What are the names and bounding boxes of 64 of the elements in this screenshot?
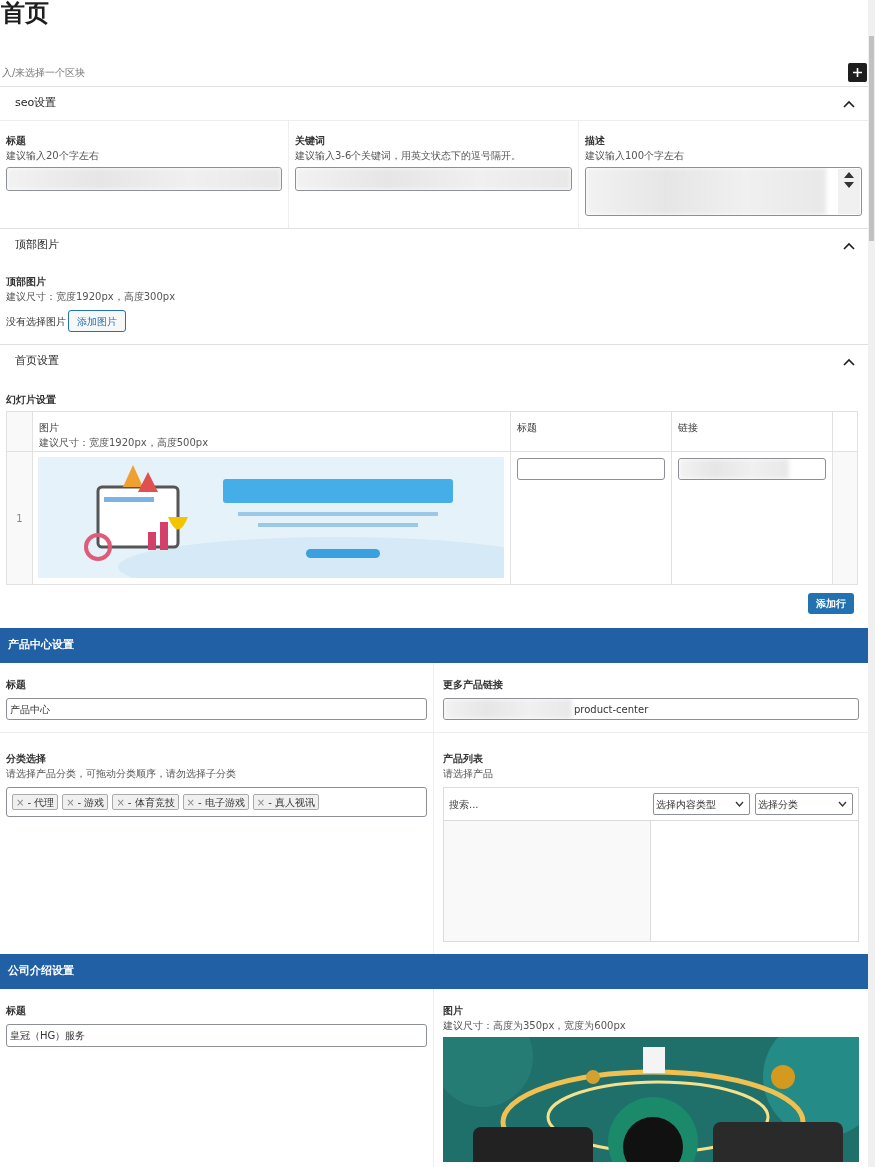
- chevron-up-icon[interactable]: [843, 357, 855, 366]
- column-header: 标题: [517, 421, 538, 435]
- field-hint: 建议尺寸：高度为350px，宽度为600px: [443, 1019, 627, 1033]
- column-header: 图片: [39, 421, 60, 435]
- field-label: 更多产品链接: [443, 678, 504, 692]
- select-dropdown[interactable]: 选择分类: [755, 793, 853, 815]
- category-tag[interactable]: × - 电子游戏: [182, 794, 249, 810]
- field-hint: 建议尺寸：宽度1920px，高度300px: [6, 290, 177, 304]
- panel-title[interactable]: 首页设置: [15, 353, 59, 370]
- spinner-icon[interactable]: [843, 171, 855, 189]
- text-field[interactable]: [6, 167, 282, 191]
- section-label: 幻灯片设置: [6, 393, 57, 407]
- plus-icon: [852, 66, 863, 78]
- chevron-down-icon: [735, 801, 744, 807]
- chevron-down-icon: [838, 801, 847, 807]
- section-bar: 产品中心设置: [0, 628, 868, 663]
- add-block-button[interactable]: [848, 62, 867, 82]
- select-dropdown[interactable]: 选择内容类型: [653, 793, 750, 815]
- field-label: 分类选择: [6, 752, 47, 766]
- field-label: 标题: [6, 678, 27, 692]
- tag-label: - 体育竞技: [127, 795, 175, 810]
- column-header: 链接: [678, 421, 699, 435]
- add-row-button[interactable]: 添加行: [808, 593, 854, 614]
- field-label: 产品列表: [443, 752, 484, 766]
- field-hint: 建议输入100个字左右: [585, 149, 686, 163]
- chevron-up-icon[interactable]: [843, 241, 855, 250]
- text-field[interactable]: [678, 458, 826, 480]
- row-number: 1: [6, 451, 33, 585]
- field-label: 顶部图片: [6, 275, 47, 289]
- text-field[interactable]: [295, 167, 572, 191]
- field-label: 描述: [585, 134, 606, 148]
- field-label: 标题: [6, 134, 27, 148]
- text-field[interactable]: 产品中心: [6, 698, 427, 720]
- page-title: 首页: [1, 0, 50, 27]
- field-hint: 建议输入3-6个关键词，用英文状态下的逗号隔开。: [295, 149, 523, 163]
- category-tag[interactable]: × - 真人视讯: [252, 794, 319, 810]
- section-bar: 公司介绍设置: [0, 954, 868, 989]
- scrollbar[interactable]: [868, 0, 875, 1167]
- field-label: 图片: [443, 1004, 464, 1018]
- text-field[interactable]: product-center: [443, 698, 859, 720]
- tag-label: - 电子游戏: [197, 795, 245, 810]
- text-field[interactable]: 皇冠（HG）服务: [6, 1024, 427, 1047]
- text-field[interactable]: [517, 458, 665, 480]
- category-tag[interactable]: × - 代理: [12, 794, 59, 810]
- category-tag[interactable]: × - 游戏: [62, 794, 109, 810]
- field-hint: 请选择产品分类，可拖动分类顺序，请勿选择子分类: [6, 767, 237, 781]
- search-field[interactable]: 搜索...: [449, 796, 648, 812]
- column-hint: 建议尺寸：宽度1920px，高度500px: [39, 436, 210, 450]
- field-label: 标题: [6, 1004, 27, 1018]
- field-label: 关键词: [295, 134, 326, 148]
- tag-label: - 真人视讯: [268, 795, 315, 810]
- field-hint: 建议输入20个字左右: [6, 149, 100, 163]
- tag-label: - 游戏: [77, 795, 105, 810]
- block-prompt: 入/来选择一个区块: [2, 65, 86, 80]
- tag-label: - 代理: [27, 795, 55, 810]
- empty-image-text: 没有选择图片: [6, 314, 66, 329]
- tag-select-field[interactable]: × - 代理 × - 游戏 × - 体育竞技 × - 电子游戏 × - 真人视讯: [6, 787, 427, 817]
- textarea-field[interactable]: [585, 167, 862, 216]
- category-tag[interactable]: × - 体育竞技: [112, 794, 179, 810]
- panel-title[interactable]: 顶部图片: [15, 237, 59, 254]
- panel-title[interactable]: seo设置: [15, 95, 57, 112]
- chevron-up-icon[interactable]: [843, 99, 855, 108]
- field-hint: 请选择产品: [443, 767, 494, 781]
- add-image-button[interactable]: 添加图片: [68, 310, 126, 332]
